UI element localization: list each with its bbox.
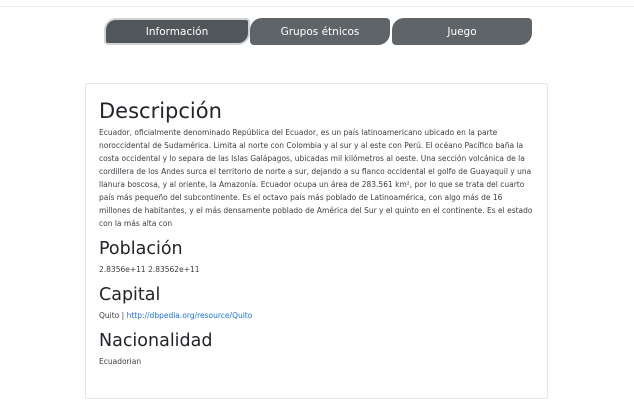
descripcion-heading: Descripción [99, 99, 222, 123]
tab-grupos-etnicos-label: Grupos étnicos [280, 25, 360, 38]
capital-name: Quito [99, 311, 120, 320]
descripcion-text: Ecuador, oficialmente denominado Repúbli… [99, 128, 533, 228]
capital-value: Quito | http://dbpedia.org/resource/Quit… [99, 309, 533, 322]
tab-informacion-label: Información [145, 25, 209, 38]
capital-heading: Capital [99, 285, 161, 305]
tab-juego-label: Juego [447, 25, 477, 38]
info-card: Descripción Ecuador, oficialmente denomi… [85, 83, 548, 399]
tab-bar: Información Grupos étnicos Juego [104, 18, 534, 47]
tab-grupos-etnicos[interactable]: Grupos étnicos [250, 18, 390, 45]
nacionalidad-heading: Nacionalidad [99, 331, 213, 351]
nacionalidad-value: Ecuadorian [99, 357, 142, 366]
poblacion-heading: Población [99, 239, 183, 259]
capital-dbpedia-link[interactable]: http://dbpedia.org/resource/Quito [127, 311, 253, 320]
top-divider [0, 0, 634, 7]
tab-juego[interactable]: Juego [392, 18, 532, 45]
poblacion-value: 2.8356e+11 2.83562e+11 [99, 265, 200, 274]
capital-separator: | [119, 311, 127, 320]
tab-informacion[interactable]: Información [104, 18, 250, 45]
